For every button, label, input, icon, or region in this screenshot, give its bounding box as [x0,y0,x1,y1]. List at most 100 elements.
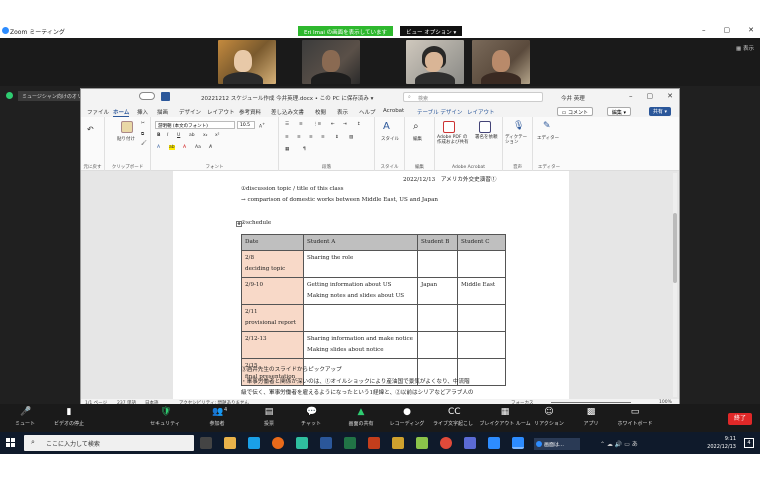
cut-icon[interactable]: ✂ [141,121,145,126]
align-right-icon[interactable]: ≡ [309,135,313,140]
cell-student-c[interactable] [457,250,506,278]
whiteboard-button[interactable]: ▭ ホワイトボード [610,407,660,427]
undo-icon[interactable]: ↶ [87,125,94,134]
app-icon[interactable] [416,437,428,449]
store-icon[interactable] [296,437,308,449]
header-student-c[interactable]: Student C [457,234,506,251]
font-size-select[interactable]: 10.5 [237,121,255,129]
italic-icon[interactable]: I [167,133,168,138]
tab-table-design[interactable]: テーブル デザイン [417,108,462,116]
close-icon[interactable]: ✕ [748,26,754,34]
scroll-thumb[interactable] [673,213,677,283]
stop-video-button[interactable]: ▮ ビデオの停止 [44,407,94,427]
minimize-icon[interactable]: – [702,26,706,34]
cell-student-a[interactable] [303,304,418,332]
file-explorer-icon[interactable] [224,437,236,449]
cell-student-c[interactable] [457,331,506,359]
schedule-table[interactable]: Date Student A Student B Student C 2/8 de… [241,234,506,386]
maximize-icon[interactable]: ▢ [724,26,731,34]
participant-video-2[interactable] [302,40,360,84]
word-taskbar-icon[interactable] [320,437,332,449]
document-title[interactable]: 20221212 スケジュール作成 今井英理.docx • この PC に保存済… [201,94,373,102]
font-name-select[interactable]: 游明朝 (本文のフォント) [155,121,235,129]
editing-mode-button[interactable]: 編集 ▾ [606,107,631,116]
line-spacing-icon[interactable]: ↨ [335,135,339,140]
participant-video-1[interactable] [218,40,276,84]
user-name[interactable]: 今井 英理 [561,94,585,102]
tab-review[interactable]: 校閲 [315,108,326,116]
cell-date[interactable]: 2/9-10 [241,277,304,305]
table-move-handle-icon[interactable]: ✥ [236,221,242,227]
end-meeting-button[interactable]: 終了 [728,413,752,425]
record-button[interactable]: ● レコーディング [382,407,432,427]
tab-help[interactable]: ヘルプ [359,108,376,116]
folder-icon[interactable] [392,437,404,449]
autosave-icon[interactable] [139,92,155,100]
justify-icon[interactable]: ≡ [321,135,325,140]
minimize-icon[interactable]: – [629,92,633,100]
powerpoint-icon[interactable] [368,437,380,449]
grow-font-icon[interactable]: A+ [259,122,265,130]
tab-draw[interactable]: 描画 [157,108,168,116]
comment-button[interactable]: ▭ コメント [556,107,593,116]
live-transcript-button[interactable]: CC ライブ文字起こし [426,407,480,427]
show-marks-icon[interactable]: ¶ [303,147,306,152]
tray-icons[interactable]: ⌃ ☁ 🔊 ▭ あ [600,439,638,448]
active-window-item[interactable]: 画面は… [534,438,580,450]
header-date[interactable]: Date [241,234,304,251]
microphone-icon[interactable]: 🎙 [513,121,524,131]
participant-video-4[interactable] [472,40,530,84]
dictate-label[interactable]: ディクテーション [505,135,531,145]
cell-student-b[interactable] [417,250,458,278]
editing-label[interactable]: 編集 [413,136,422,142]
mute-button[interactable]: 🎤 ミュート [0,407,50,427]
notification-badge[interactable]: 4 [744,438,754,448]
chrome-icon[interactable] [440,437,452,449]
cell-date[interactable]: 2/8 deciding topic [241,250,304,278]
sort-icon[interactable]: ↕ [357,122,361,127]
cell-student-b[interactable] [417,304,458,332]
maximize-icon[interactable]: ▢ [647,92,654,100]
sign-label[interactable]: 署名を依頼 [475,135,499,140]
cell-student-a[interactable]: Sharing the role [303,250,418,278]
tab-references[interactable]: 参考資料 [239,108,261,116]
cell-student-a[interactable]: Getting information about US Making notes… [303,277,418,305]
strikethrough-icon[interactable]: ab [189,133,195,138]
taskbar-search[interactable]: ⌕ ここに入力して検索 [24,435,194,451]
cell-student-c[interactable] [457,304,506,332]
zoom-slider[interactable] [551,402,631,403]
tab-file[interactable]: ファイル [87,108,109,116]
highlight-icon[interactable]: ab [169,145,175,150]
shading-icon[interactable]: ▨ [349,135,353,140]
cell-student-c[interactable]: Middle East [457,277,506,305]
windows-start-icon[interactable] [6,438,16,448]
numbering-icon[interactable]: ≡ [299,122,303,127]
tab-layout[interactable]: レイアウト [207,108,235,116]
format-painter-icon[interactable]: 🖌 [141,141,147,146]
header-student-a[interactable]: Student A [303,234,418,251]
zoom-meeting-taskbar-icon[interactable] [512,437,524,449]
font-color-icon[interactable]: A [183,145,186,150]
copy-icon[interactable]: ⧉ [141,131,144,137]
tab-home[interactable]: ホーム [113,108,130,117]
tab-table-layout[interactable]: レイアウト [467,108,495,116]
styles-icon[interactable]: A [383,121,390,132]
vertical-scrollbar[interactable] [673,173,677,397]
clear-format-icon[interactable]: A̸ [209,145,212,150]
tab-design[interactable]: デザイン [179,108,201,116]
styles-label[interactable]: スタイル [381,136,399,142]
share-button[interactable]: 共有 ▾ [648,107,671,116]
chat-button[interactable]: 💬 チャット [286,407,336,427]
header-student-b[interactable]: Student B [417,234,458,251]
tab-view[interactable]: 表示 [337,108,348,116]
align-left-icon[interactable]: ≡ [285,135,289,140]
cell-student-b[interactable]: Japan [417,277,458,305]
excel-icon[interactable] [344,437,356,449]
editor-label[interactable]: エディター [537,135,559,141]
task-view-icon[interactable] [200,437,212,449]
bullets-icon[interactable]: ☰ [285,122,289,127]
apps-button[interactable]: ▩ アプリ [566,407,616,427]
search-box[interactable]: ⌕ 検索 [403,92,543,102]
pdf-icon[interactable] [443,121,455,133]
decrease-indent-icon[interactable]: ⇤ [331,122,335,127]
